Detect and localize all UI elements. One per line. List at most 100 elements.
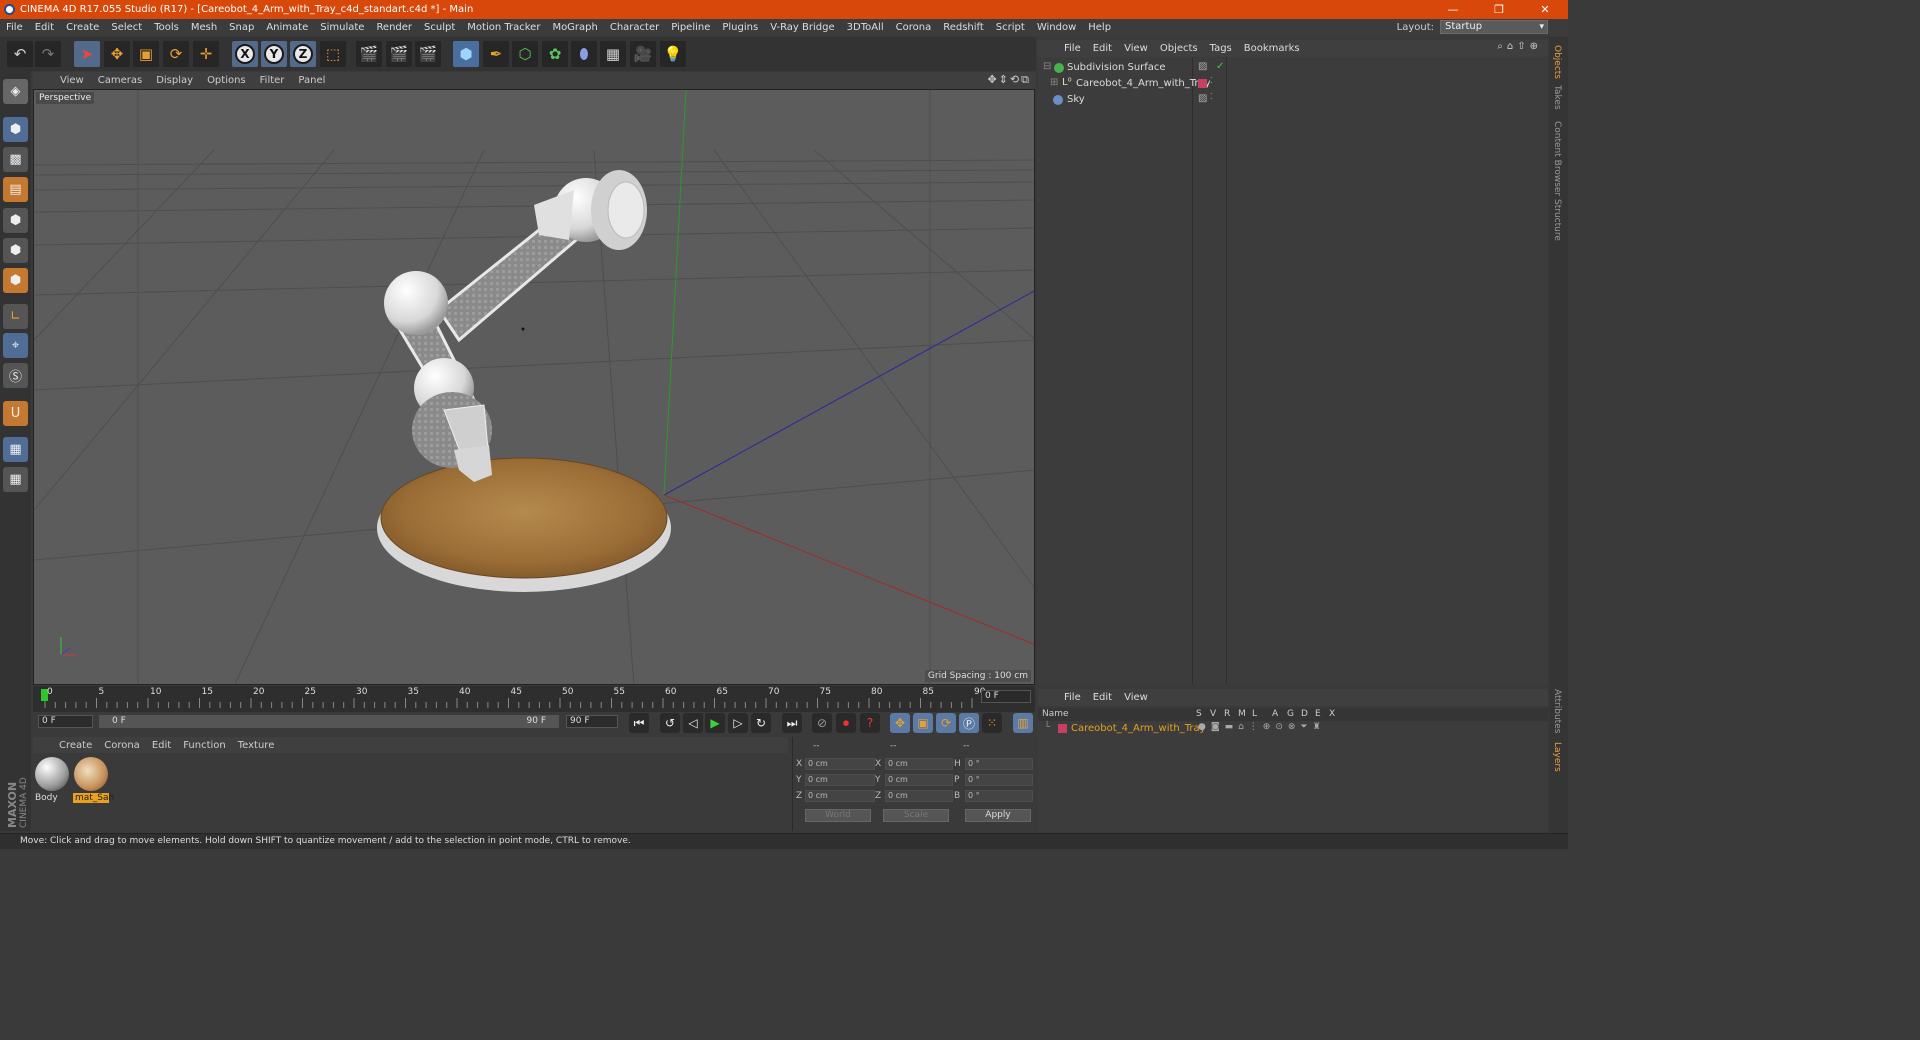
menu-render[interactable]: Render bbox=[370, 22, 418, 33]
material-menu-function[interactable]: Function bbox=[177, 740, 232, 751]
model-mode-button[interactable]: ⬢ bbox=[3, 117, 28, 142]
timeline-window-button[interactable]: ▥ bbox=[1013, 713, 1033, 733]
size-z-field[interactable]: 0 cm bbox=[885, 790, 953, 802]
menu-file[interactable]: File bbox=[0, 22, 29, 33]
snap-settings-button[interactable]: Ⓢ bbox=[3, 363, 28, 388]
workplane-mode-button[interactable]: ▤ bbox=[3, 177, 28, 202]
object-menu-file[interactable]: File bbox=[1058, 43, 1087, 54]
frame-range-slider[interactable]: 0 F 90 F bbox=[99, 715, 559, 728]
object-row-careobot[interactable]: ⊞ L⁰ Careobot_4_Arm_with_Tray ⁚ bbox=[1038, 76, 1548, 92]
go-to-start-button[interactable]: ⏮ bbox=[629, 713, 649, 733]
array-generator-button[interactable]: ✿ bbox=[542, 41, 568, 67]
transform-tool-button[interactable]: ✛ bbox=[193, 41, 219, 67]
apply-button[interactable]: Apply bbox=[965, 809, 1031, 822]
render-picture-viewer-button[interactable]: 🎬 bbox=[386, 41, 412, 67]
coordinate-system-button[interactable]: ⬚ bbox=[320, 41, 346, 67]
live-selection-button[interactable]: ➤ bbox=[74, 41, 100, 67]
collapse-icon[interactable]: ⊟ bbox=[1043, 61, 1051, 72]
edit-render-settings-button[interactable]: 🎬 bbox=[415, 41, 441, 67]
tweak-mode-button[interactable]: ⌖ bbox=[3, 333, 28, 358]
subdivision-surface-button[interactable]: ⬡ bbox=[512, 41, 538, 67]
visibility-dots-icon[interactable]: ⁚ bbox=[1210, 76, 1213, 85]
viewport-camera-label[interactable]: Perspective bbox=[36, 92, 95, 104]
visibility-dots-icon[interactable]: ⁚ bbox=[1210, 92, 1213, 101]
menu-character[interactable]: Character bbox=[604, 22, 665, 33]
menu-motion-tracker[interactable]: Motion Tracker bbox=[461, 22, 546, 33]
tab-takes[interactable]: Takes bbox=[1552, 85, 1562, 110]
object-menu-edit[interactable]: Edit bbox=[1087, 43, 1118, 54]
menu-simulate[interactable]: Simulate bbox=[314, 22, 370, 33]
rotate-tool-button[interactable]: ⟳ bbox=[163, 41, 189, 67]
spline-pen-button[interactable]: ✒ bbox=[483, 41, 509, 67]
rotation-p-field[interactable]: 0 ° bbox=[965, 774, 1033, 786]
next-key-button[interactable]: ↻ bbox=[751, 713, 771, 733]
size-x-field[interactable]: 0 cm bbox=[885, 758, 953, 770]
object-menu-view[interactable]: View bbox=[1118, 43, 1154, 54]
deformer-button[interactable]: ⬮ bbox=[571, 41, 597, 67]
size-y-field[interactable]: 0 cm bbox=[885, 774, 953, 786]
start-frame-field[interactable]: 0 F bbox=[38, 715, 93, 728]
camera-button[interactable]: 🎥 bbox=[630, 41, 656, 67]
next-frame-button[interactable]: ▷ bbox=[728, 713, 748, 733]
viewport-menu-display[interactable]: Display bbox=[149, 75, 200, 86]
scale-tool-button[interactable]: ▣ bbox=[133, 41, 159, 67]
material-sah-swatch[interactable] bbox=[74, 757, 108, 791]
menu-pipeline[interactable]: Pipeline bbox=[665, 22, 716, 33]
enabled-check-icon[interactable]: ✓ bbox=[1216, 61, 1224, 72]
position-z-field[interactable]: 0 cm bbox=[805, 790, 875, 802]
menu-animate[interactable]: Animate bbox=[260, 22, 314, 33]
key-pla-button[interactable]: ⁙ bbox=[982, 713, 1002, 733]
perspective-viewport[interactable]: Perspective Grid Spacing : 100 cm bbox=[33, 89, 1035, 685]
viewport-menu-options[interactable]: Options bbox=[200, 75, 253, 86]
keyframe-selection-button[interactable]: ? bbox=[860, 713, 880, 733]
move-tool-button[interactable]: ✥ bbox=[104, 41, 130, 67]
menu-3dtoall[interactable]: 3DToAll bbox=[841, 22, 890, 33]
viewport-menu-view[interactable]: View bbox=[53, 75, 91, 86]
material-menu-texture[interactable]: Texture bbox=[232, 740, 281, 751]
tab-objects[interactable]: Objects bbox=[1552, 45, 1562, 79]
menu-plugins[interactable]: Plugins bbox=[716, 22, 764, 33]
menu-select[interactable]: Select bbox=[105, 22, 148, 33]
menu-mograph[interactable]: MoGraph bbox=[546, 22, 603, 33]
layer-flag-icons[interactable]: ●◙▬⌂⋮⊕⊙⊗⏷♜ bbox=[1198, 722, 1326, 732]
locked-workplane-button[interactable]: ▦ bbox=[3, 437, 28, 462]
end-frame-field[interactable]: 90 F bbox=[566, 715, 618, 728]
object-row-subdivision[interactable]: ⊟ Subdivision Surface ▨ ✓ bbox=[1038, 60, 1548, 76]
rotation-h-field[interactable]: 0 ° bbox=[965, 758, 1033, 770]
polygons-mode-button[interactable]: ⬢ bbox=[3, 268, 28, 293]
tab-layers[interactable]: Layers bbox=[1552, 742, 1562, 772]
layer-menu-view[interactable]: View bbox=[1118, 692, 1154, 703]
floor-button[interactable]: ▦ bbox=[600, 41, 626, 67]
viewport-menu-cameras[interactable]: Cameras bbox=[91, 75, 149, 86]
position-x-field[interactable]: 0 cm bbox=[805, 758, 875, 770]
menu-redshift[interactable]: Redshift bbox=[937, 22, 990, 33]
menu-edit[interactable]: Edit bbox=[29, 22, 60, 33]
layout-dropdown[interactable]: Startup bbox=[1440, 20, 1548, 34]
autokeying-button[interactable]: ⏺ bbox=[836, 713, 856, 733]
menu-corona[interactable]: Corona bbox=[890, 22, 938, 33]
tab-attributes[interactable]: Attributes bbox=[1552, 689, 1562, 733]
enable-snap-button[interactable]: U bbox=[3, 401, 28, 426]
menu-mesh[interactable]: Mesh bbox=[185, 22, 223, 33]
minimize-button[interactable]: — bbox=[1430, 0, 1476, 19]
coordinate-mode-world-dropdown[interactable]: World bbox=[805, 809, 871, 822]
restore-button[interactable]: ❐ bbox=[1476, 0, 1522, 19]
undo-button[interactable]: ↶ bbox=[7, 41, 33, 67]
menu-sculpt[interactable]: Sculpt bbox=[418, 22, 461, 33]
key-position-button[interactable]: ✥ bbox=[890, 713, 910, 733]
menu-create[interactable]: Create bbox=[60, 22, 105, 33]
redo-button[interactable]: ↷ bbox=[35, 41, 61, 67]
go-to-end-button[interactable]: ⏭ bbox=[782, 713, 802, 733]
material-body-swatch[interactable] bbox=[35, 757, 69, 791]
tab-content-browser[interactable]: Content Browser bbox=[1552, 121, 1562, 196]
play-button[interactable]: ▶ bbox=[705, 713, 725, 733]
timeline-ruler[interactable]: 0 5 10 15 20 25 30 35 40 45 50 55 60 65 70 75 80 85 90 bbox=[33, 686, 1035, 712]
layer-color-swatch[interactable] bbox=[1198, 79, 1207, 88]
planar-workplane-button[interactable]: ▦ bbox=[3, 467, 28, 492]
light-button[interactable]: 💡 bbox=[660, 41, 686, 67]
object-menu-tags[interactable]: Tags bbox=[1204, 43, 1238, 54]
object-menu-bookmarks[interactable]: Bookmarks bbox=[1238, 43, 1306, 54]
previous-frame-button[interactable]: ◁ bbox=[683, 713, 703, 733]
viewport-menu-panel[interactable]: Panel bbox=[291, 75, 332, 86]
x-axis-lock-button[interactable]: X bbox=[232, 41, 258, 67]
